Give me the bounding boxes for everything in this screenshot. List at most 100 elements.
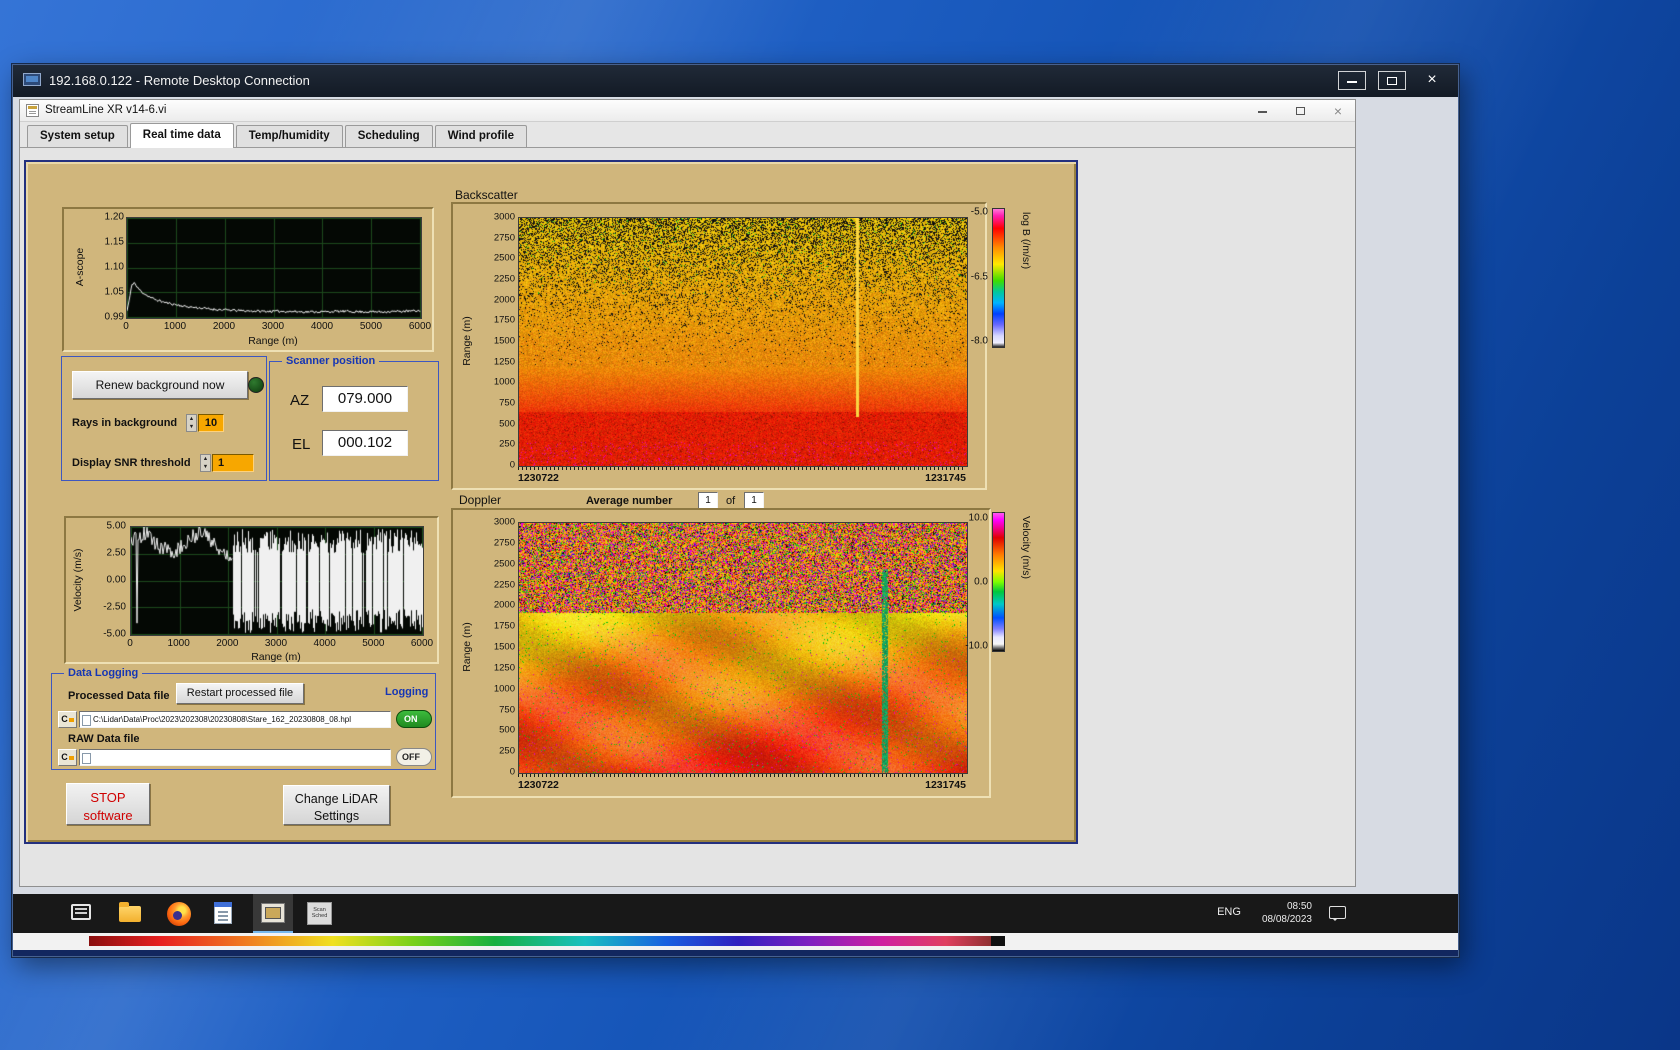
tick-label: 3000 (493, 516, 515, 528)
average-number-label: Average number (586, 495, 673, 507)
tab-wind-profile[interactable]: Wind profile (434, 125, 528, 147)
change-lidar-settings-button[interactable]: Change LiDAR Settings (283, 785, 390, 825)
tick-label: 1500 (493, 335, 515, 347)
tick-label: 6000 (408, 321, 432, 332)
rays-in-background-field[interactable]: 10 (198, 414, 224, 432)
change-button-line1: Change LiDAR (294, 792, 379, 806)
clock[interactable]: 08:50 08/08/2023 (1248, 900, 1312, 926)
tab-scheduling[interactable]: Scheduling (344, 125, 433, 147)
scan-scheduler-button[interactable]: Scan Sched (307, 902, 332, 925)
language-indicator[interactable]: ENG (1212, 906, 1246, 918)
rdp-maximize-button[interactable] (1378, 71, 1406, 90)
az-label: AZ (290, 392, 310, 409)
rainbow-colorbar-end (991, 936, 1005, 946)
scan-scheduler-icon: Scan Sched (307, 902, 332, 925)
document-icon (214, 902, 232, 924)
tick-label: 5000 (362, 638, 385, 649)
file-explorer-button[interactable] (119, 902, 141, 922)
notifications-button[interactable] (1329, 906, 1346, 921)
processed-drive-button[interactable]: C (58, 711, 77, 728)
tab-system-setup[interactable]: System setup (27, 125, 128, 147)
processed-logging-toggle[interactable]: ON (396, 710, 432, 728)
tick-label: 250 (499, 745, 515, 757)
app-maximize-button[interactable] (1293, 104, 1307, 118)
tick-label: -10.0 (965, 640, 988, 652)
streamline-app-button[interactable] (253, 894, 293, 933)
tab-bar: System setup Real time data Temp/humidit… (20, 123, 1355, 148)
tick-label: 2500 (493, 558, 515, 570)
tick-label: 1750 (493, 620, 515, 632)
tick-label: 0 (123, 321, 129, 332)
az-value-field[interactable]: 079.000 (322, 386, 408, 412)
firefox-button[interactable] (167, 902, 191, 926)
stop-button-line1: STOP (90, 790, 126, 805)
doppler-chart-frame: Range (m) 3000 2750 2500 2250 2000 1750 1500 12… (451, 508, 991, 798)
tick-label: 1.15 (104, 236, 124, 248)
backscatter-y-axis: 3000 2750 2500 2250 2000 1750 1500 1250 1000 750 5… (479, 212, 515, 471)
rdp-close-button[interactable]: × (1418, 71, 1446, 90)
desktop: 192.168.0.122 - Remote Desktop Connectio… (0, 0, 1680, 1050)
scanner-position-title: Scanner position (282, 355, 380, 367)
raw-logging-toggle[interactable]: OFF (396, 748, 432, 766)
rays-spinner[interactable]: ▲ ▼ (186, 414, 197, 432)
bottom-strip (13, 933, 1458, 950)
snr-spinner[interactable]: ▲ ▼ (200, 454, 211, 472)
tab-real-time-data[interactable]: Real time data (129, 123, 234, 148)
renew-background-button[interactable]: Renew background now (72, 371, 248, 399)
average-number-field[interactable]: 1 (698, 492, 718, 509)
doppler-plot (518, 522, 968, 774)
tick-label: 2000 (493, 294, 515, 306)
tick-label: 4000 (313, 638, 336, 649)
el-value-field[interactable]: 000.102 (322, 430, 408, 456)
front-panel: A-scope 1.20 1.15 1.10 1.05 0.99 0 1000 2000 30… (24, 160, 1078, 844)
backscatter-chart-frame: Range (m) 3000 2750 2500 2250 2000 1750 1500 12… (451, 202, 987, 490)
tick-label: 2250 (493, 273, 515, 285)
raw-data-file-path[interactable] (79, 749, 391, 766)
backscatter-time-start: 1230722 (518, 472, 559, 484)
rdp-window: 192.168.0.122 - Remote Desktop Connectio… (12, 64, 1459, 957)
tick-label: 2000 (212, 321, 236, 332)
backscatter-colorbar-gradient (992, 208, 1005, 348)
snr-threshold-field[interactable]: 1 (212, 454, 254, 472)
backscatter-colorbar-label: log B (/m/sr) (1020, 212, 1032, 270)
doppler-colorbar-gradient (992, 512, 1005, 652)
logging-label: Logging (385, 686, 429, 698)
tick-label: 2250 (493, 579, 515, 590)
app-minimize-button[interactable] (1255, 104, 1269, 118)
tick-label: 1250 (493, 356, 515, 368)
tick-label: 500 (499, 724, 515, 736)
tick-label: 1000 (493, 683, 515, 695)
doppler-y-axis: 3000 2750 2500 2250 2000 1750 1500 1250 1000 750 5… (479, 517, 515, 778)
background-controls-group: Renew background now Rays in background … (61, 356, 267, 481)
raw-data-file-label: RAW Data file (68, 733, 140, 745)
tick-label: -8.0 (970, 335, 988, 347)
restart-processed-file-button[interactable]: Restart processed file (176, 683, 304, 704)
task-view-button[interactable] (71, 904, 91, 920)
backscatter-time-end: 1231745 (925, 472, 966, 484)
tick-label: 4000 (310, 321, 334, 332)
document-app-button[interactable] (214, 902, 232, 924)
tick-label: 0 (127, 638, 133, 649)
processed-data-file-path[interactable]: C:\Lidar\Data\Proc\2023\202308\20230808\… (79, 711, 391, 728)
of-label: of (726, 495, 736, 507)
tick-label: 0 (509, 459, 515, 471)
ascope-x-label: Range (m) (248, 335, 298, 347)
ascope-x-axis: 0 1000 2000 3000 4000 5000 6000 (123, 321, 431, 333)
app-close-button[interactable]: × (1331, 103, 1345, 119)
ascope-y-label: A-scope (74, 247, 86, 287)
stop-software-button[interactable]: STOP software (66, 783, 150, 825)
backscatter-axis-ticks (518, 467, 966, 470)
tick-label: 750 (499, 704, 515, 715)
backscatter-y-label: Range (m) (461, 316, 473, 366)
tick-label: 1500 (493, 641, 515, 653)
tab-temp-humidity[interactable]: Temp/humidity (235, 125, 343, 147)
average-total-field[interactable]: 1 (744, 492, 764, 509)
remote-desktop: StreamLine XR v14-6.vi × System setup Re… (13, 97, 1458, 956)
raw-drive-button[interactable]: C (58, 749, 77, 766)
rdp-titlebar[interactable]: 192.168.0.122 - Remote Desktop Connectio… (13, 65, 1458, 97)
backscatter-plot (518, 217, 968, 467)
app-titlebar[interactable]: StreamLine XR v14-6.vi × (20, 100, 1355, 122)
rdp-minimize-button[interactable] (1338, 71, 1366, 90)
tick-label: 1250 (493, 662, 515, 674)
tick-label: 3000 (261, 321, 285, 332)
